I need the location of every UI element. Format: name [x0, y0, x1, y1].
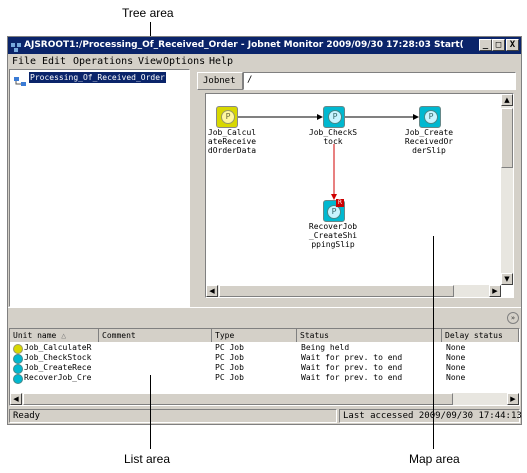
menu-options[interactable]: Options	[163, 54, 205, 69]
cell-status: Wait for prev. to end	[301, 363, 403, 372]
cell-unit-name: Job_CalculateR	[24, 343, 92, 352]
maximize-button[interactable]: □	[492, 39, 505, 51]
cell-delay-status: None	[446, 363, 466, 372]
menu-help[interactable]: Help	[209, 54, 233, 69]
menu-operations[interactable]: Operations	[73, 54, 133, 69]
title-bar: AJSROOT1:/Processing_Of_Received_Order -…	[8, 37, 521, 54]
cell-delay-status: None	[446, 353, 466, 362]
jobnet-monitor-window: AJSROOT1:/Processing_Of_Received_Order -…	[7, 36, 522, 425]
list-scroll-right-button[interactable]: ▶	[507, 393, 519, 405]
job-checkstock-label: Job_CheckS tock	[308, 128, 358, 146]
list-area-leader-line	[150, 375, 151, 449]
list-pane: Unit name △ Comment Type Status Delay st…	[9, 328, 520, 406]
map-vertical-scrollbar[interactable]: ▲ ▼	[501, 94, 513, 285]
map-canvas: P Job_Calcul ateReceive dOrderData P Job…	[205, 93, 514, 298]
column-unit-name[interactable]: Unit name △	[10, 329, 99, 342]
pane-splitter[interactable]: »	[8, 307, 521, 328]
recovery-badge-icon: R	[336, 199, 344, 207]
cell-status: Wait for prev. to end	[301, 373, 403, 382]
table-row[interactable]: Job_CreateRece PC Job Wait for prev. to …	[10, 363, 519, 374]
menu-file[interactable]: File	[12, 54, 36, 69]
scroll-down-button[interactable]: ▼	[501, 273, 513, 285]
window-title: AJSROOT1:/Processing_Of_Received_Order -…	[24, 40, 464, 50]
map-arrows	[238, 114, 419, 200]
job-create-received-label: Job_Create ReceivedOr derSlip	[404, 128, 454, 155]
table-row[interactable]: Job_CalculateR PC Job Being held None	[10, 343, 519, 354]
map-pane: Jobnet / P Job_Calcul ateReceive dOrderD…	[195, 69, 520, 307]
jobnet-tab-label: Jobnet	[203, 76, 236, 86]
cell-unit-name: Job_CreateRece	[24, 363, 92, 372]
last-accessed-text: Last accessed 2009/09/30 17:44:13	[339, 409, 522, 423]
list-horizontal-scrollbar[interactable]: ◀ ▶	[10, 393, 519, 405]
scroll-right-button[interactable]: ▶	[489, 285, 501, 297]
job-checkstock-icon[interactable]: P	[323, 106, 345, 128]
close-button[interactable]: X	[506, 39, 519, 51]
map-area-callout: Map area	[409, 452, 460, 466]
cell-unit-name: Job_CheckStock	[24, 353, 92, 362]
cell-status: Being held	[301, 343, 350, 352]
list-scroll-left-button[interactable]: ◀	[10, 393, 22, 405]
column-status[interactable]: Status	[297, 329, 442, 342]
minimize-button[interactable]: _	[479, 39, 492, 51]
jobnet-tab[interactable]: Jobnet	[197, 72, 243, 90]
cell-type: PC Job	[215, 363, 244, 372]
job-status-icon	[13, 374, 23, 384]
recovery-job-label: RecoverJob _CreateShi ppingSlip	[308, 222, 358, 249]
menu-bar: File Edit Operations View Options Help	[8, 54, 521, 69]
job-create-received-icon[interactable]: P	[419, 106, 441, 128]
sort-ascending-icon: △	[61, 331, 67, 340]
app-icon	[11, 41, 21, 52]
cell-type: PC Job	[215, 343, 244, 352]
status-text: Ready	[9, 409, 337, 423]
list-area-callout: List area	[124, 452, 171, 466]
map-area-leader-line	[433, 236, 434, 449]
tree-item-root[interactable]: Processing_Of_Received_Order	[29, 72, 166, 83]
jobnet-path-text: /	[247, 75, 253, 85]
cell-status: Wait for prev. to end	[301, 353, 403, 362]
map-horizontal-scrollbar[interactable]: ◀ ▶	[206, 285, 501, 297]
jobnet-path-field: /	[243, 72, 516, 90]
cell-delay-status: None	[446, 343, 466, 352]
menu-edit[interactable]: Edit	[42, 54, 66, 69]
column-delay-status[interactable]: Delay status	[442, 329, 519, 342]
horizontal-scroll-thumb[interactable]	[219, 285, 454, 297]
status-bar: Ready Last accessed 2009/09/30 17:44:13	[8, 408, 522, 424]
column-type[interactable]: Type	[212, 329, 297, 342]
collapse-toggle-icon[interactable]: »	[507, 312, 519, 324]
tree-area-callout: Tree area	[122, 6, 174, 20]
cell-delay-status: None	[446, 373, 466, 382]
cell-type: PC Job	[215, 373, 244, 382]
scroll-up-button[interactable]: ▲	[501, 94, 513, 106]
cell-type: PC Job	[215, 353, 244, 362]
table-row[interactable]: RecoverJob_Cre PC Job Wait for prev. to …	[10, 373, 519, 384]
scroll-left-button[interactable]: ◀	[206, 285, 218, 297]
tree-pane: Processing_Of_Received_Order	[9, 69, 190, 307]
cell-unit-name: RecoverJob_Cre	[24, 373, 92, 382]
column-comment[interactable]: Comment	[99, 329, 212, 342]
list-scroll-thumb[interactable]	[23, 393, 453, 405]
jobnet-tree-icon	[14, 72, 28, 86]
table-row[interactable]: Job_CheckStock PC Job Wait for prev. to …	[10, 353, 519, 364]
job-calculate-label: Job_Calcul ateReceive dOrderData	[207, 128, 257, 155]
column-unit-name-label: Unit name	[13, 331, 57, 340]
menu-view[interactable]: View	[138, 54, 162, 69]
vertical-scroll-thumb[interactable]	[501, 108, 513, 168]
job-calculate-icon[interactable]: P	[216, 106, 238, 128]
recovery-job-icon[interactable]: P R	[323, 199, 345, 222]
